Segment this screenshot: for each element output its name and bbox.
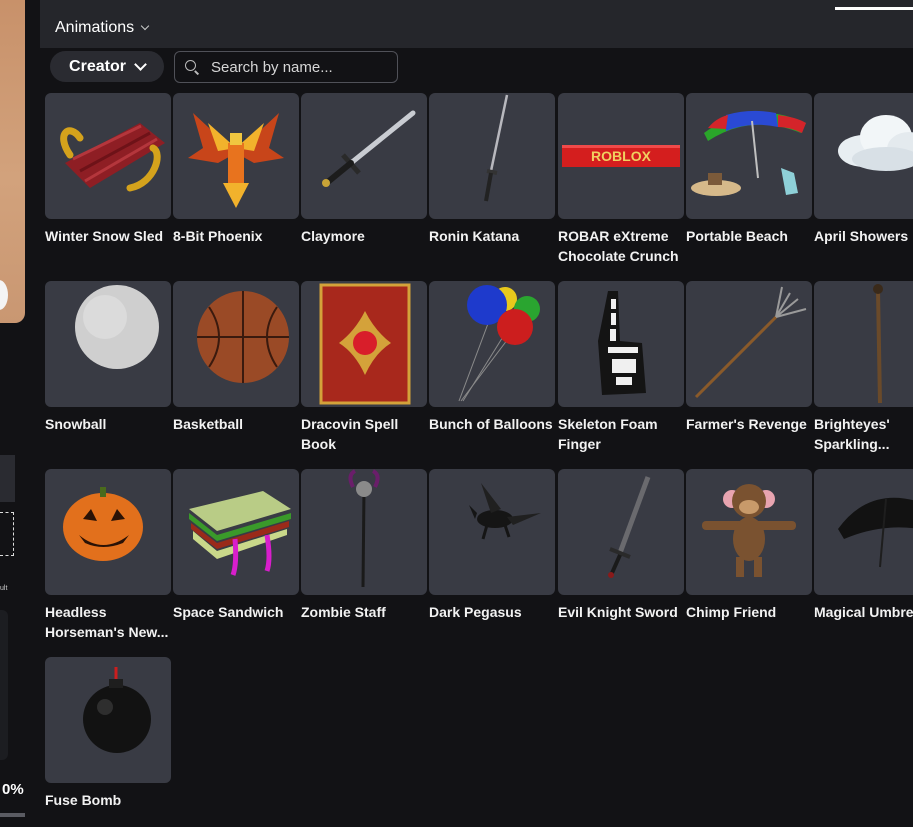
item-name: Chimp Friend <box>686 604 777 620</box>
item-name: Brighteyes' Sparkling... <box>814 416 890 452</box>
item-name: Evil Knight Sword <box>558 604 678 620</box>
animations-dropdown[interactable]: Animations <box>55 19 150 37</box>
item-card-april-showers[interactable]: April Showers <box>814 93 913 246</box>
search-input[interactable] <box>211 58 381 76</box>
item-name: April Showers <box>814 228 909 244</box>
item-card-bunch-of-balloons[interactable]: Bunch of Balloons <box>429 281 555 434</box>
dark-sword-icon <box>558 469 684 595</box>
beach-umbrella-icon <box>686 93 812 219</box>
item-card-space-sandwich[interactable]: Space Sandwich <box>173 469 299 622</box>
item-name: Headless Horseman's New... <box>45 604 169 640</box>
item-card-dracovin-spell-book[interactable]: Dracovin Spell Book <box>301 281 427 454</box>
item-card-evil-knight-sword[interactable]: Evil Knight Sword <box>558 469 684 622</box>
side-panel-dashed-slot[interactable] <box>0 512 14 556</box>
wand-icon <box>814 281 913 407</box>
category-header: Animations <box>40 0 913 48</box>
item-name: 8-Bit Phoenix <box>173 228 263 244</box>
pitchfork-icon <box>686 281 812 407</box>
left-side-panel: ult 0% <box>0 0 40 827</box>
cloud-icon <box>814 93 913 219</box>
search-icon <box>185 60 200 75</box>
pumpkin-icon <box>45 469 171 595</box>
item-card-headless-horseman[interactable]: Headless Horseman's New... <box>45 469 171 642</box>
item-card-dark-pegasus[interactable]: Dark Pegasus <box>429 469 555 622</box>
umbrella-icon <box>814 469 913 595</box>
item-card-brighteyes-sparkling[interactable]: Brighteyes' Sparkling... <box>814 281 913 454</box>
item-name: Dark Pegasus <box>429 604 522 620</box>
side-panel-tiny-label: ult <box>0 585 8 592</box>
active-tab-indicator <box>835 7 913 10</box>
creator-filter-label: Creator <box>69 57 126 75</box>
item-name: Space Sandwich <box>173 604 284 620</box>
bar-wrapper-text: ROBLOX <box>591 148 652 164</box>
bomb-icon <box>45 657 171 783</box>
spellbook-icon <box>301 281 427 407</box>
item-card-chimp-friend[interactable]: Chimp Friend <box>686 469 812 622</box>
item-name: Skeleton Foam Finger <box>558 416 658 452</box>
item-name: ROBAR eXtreme Chocolate Crunch <box>558 228 679 264</box>
progress-bar <box>0 813 25 817</box>
progress-percent: 0% <box>2 781 24 798</box>
item-name: Zombie Staff <box>301 604 386 620</box>
side-panel-box[interactable] <box>0 455 15 502</box>
chocolate-bar-icon: ROBLOX <box>558 93 684 219</box>
item-card-zombie-staff[interactable]: Zombie Staff <box>301 469 427 622</box>
item-name: Winter Snow Sled <box>45 228 164 244</box>
item-card-ronin-katana[interactable]: Ronin Katana <box>429 93 555 246</box>
item-card-snowball[interactable]: Snowball <box>45 281 171 434</box>
basketball-icon <box>173 281 299 407</box>
monkey-icon <box>686 469 812 595</box>
item-name: Magical Umbre <box>814 604 913 620</box>
creator-filter-button[interactable]: Creator <box>50 51 164 82</box>
chevron-down-icon <box>140 21 150 31</box>
chevron-down-icon <box>134 58 147 71</box>
item-card-skeleton-foam-finger[interactable]: Skeleton Foam Finger <box>558 281 684 454</box>
pegasus-icon <box>429 469 555 595</box>
item-card-basketball[interactable]: Basketball <box>173 281 299 434</box>
item-name: Claymore <box>301 228 365 244</box>
sword-icon <box>301 93 427 219</box>
animations-label: Animations <box>55 19 135 36</box>
item-name: Snowball <box>45 416 107 432</box>
sled-icon <box>45 93 171 219</box>
avatar-preview-dot <box>0 280 8 310</box>
staff-icon <box>301 469 427 595</box>
item-name: Farmer's Revenge <box>686 416 807 432</box>
item-card-portable-beach[interactable]: Portable Beach <box>686 93 812 246</box>
item-name: Basketball <box>173 416 244 432</box>
item-card-fuse-bomb[interactable]: Fuse Bomb <box>45 657 171 810</box>
item-card-winter-snow-sled[interactable]: Winter Snow Sled <box>45 93 171 246</box>
snowball-icon <box>45 281 171 407</box>
side-panel-card <box>0 610 8 760</box>
search-box[interactable] <box>174 51 398 83</box>
foam-finger-icon <box>558 281 684 407</box>
avatar-preview[interactable] <box>0 0 25 323</box>
phoenix-icon <box>173 93 299 219</box>
balloons-icon <box>429 281 555 407</box>
item-name: Bunch of Balloons <box>429 416 553 432</box>
item-card-magical-umbrella[interactable]: Magical Umbre <box>814 469 913 622</box>
item-card-farmers-revenge[interactable]: Farmer's Revenge <box>686 281 812 434</box>
item-card-claymore[interactable]: Claymore <box>301 93 427 246</box>
item-name: Ronin Katana <box>429 228 520 244</box>
sandwich-icon <box>173 469 299 595</box>
item-card-robar-chocolate[interactable]: ROBLOX ROBAR eXtreme Chocolate Crunch <box>558 93 684 266</box>
item-name: Fuse Bomb <box>45 792 122 808</box>
item-card-8-bit-phoenix[interactable]: 8-Bit Phoenix <box>173 93 299 246</box>
katana-icon <box>429 93 555 219</box>
item-name: Portable Beach <box>686 228 788 244</box>
item-name: Dracovin Spell Book <box>301 416 399 452</box>
